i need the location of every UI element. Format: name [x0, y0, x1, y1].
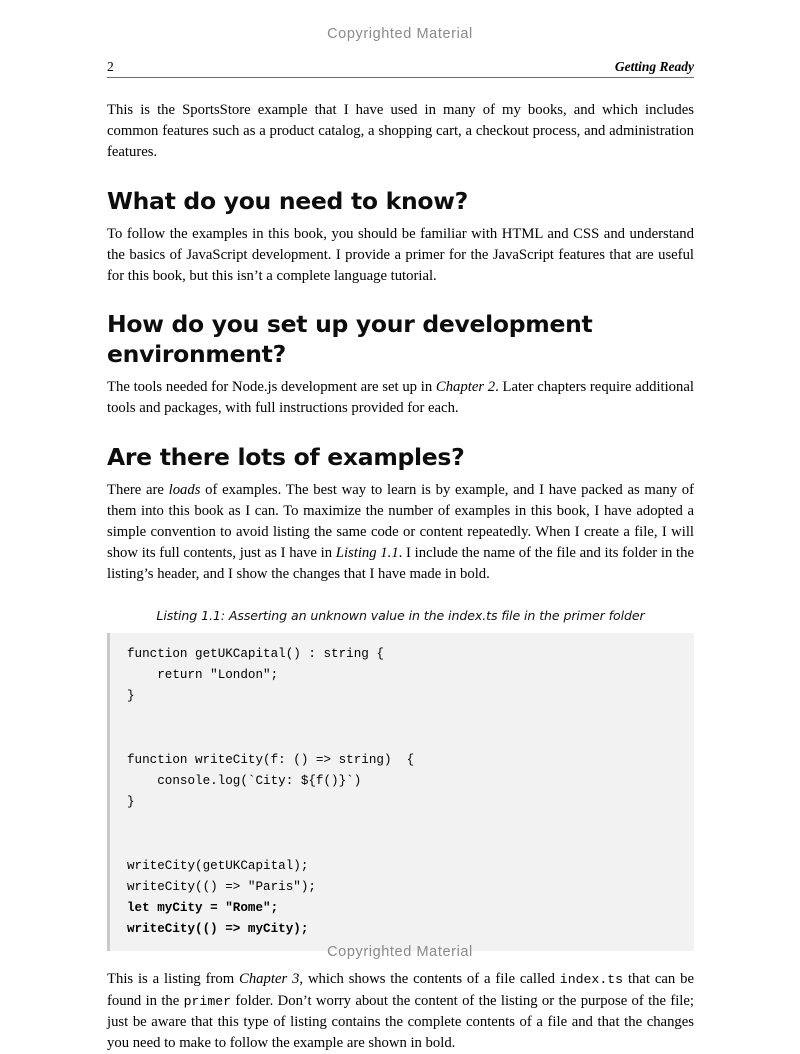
text-run: The tools needed for Node.js development… — [107, 379, 436, 396]
copyright-watermark-bottom: Copyrighted Material — [327, 944, 473, 960]
paragraph-development-environment: The tools needed for Node.js development… — [107, 377, 694, 419]
intro-paragraph: This is the SportsStore example that I h… — [107, 102, 694, 161]
text-run: This is a listing from — [107, 971, 240, 988]
listing-reference: Listing 1.1 — [335, 545, 399, 562]
paragraph-what-do-you-need-to-know: To follow the examples in this book, you… — [107, 225, 694, 285]
paragraph-are-there-lots-of-examples: There are loads of examples. The best wa… — [107, 480, 694, 586]
heading-what-do-you-need-to-know: What do you need to know? — [107, 186, 468, 215]
chapter-reference: Chapter 2 — [435, 379, 496, 396]
text-run: There are — [107, 481, 169, 498]
foldername-code: primer — [183, 993, 232, 1009]
filename-code: index.ts — [559, 972, 624, 988]
emphasis-loads: loads — [168, 481, 201, 498]
code-listing-plain: function getUKCapital() : string { retur… — [127, 646, 415, 894]
code-listing: function getUKCapital() : string { retur… — [107, 632, 694, 952]
running-head-title: Getting Ready — [614, 59, 694, 74]
page-number: 2 — [107, 59, 114, 74]
text-run: , which shows the contents of a file cal… — [299, 971, 560, 988]
chapter-reference: Chapter 3 — [239, 971, 300, 988]
book-page: Copyrighted Material 2 Getting Ready Thi… — [0, 0, 800, 1051]
code-listing-highlighted: let myCity = "Rome"; writeCity(() => myC… — [127, 901, 309, 937]
heading-are-there-lots-of-examples: Are there lots of examples? — [107, 442, 465, 471]
heading-development-environment: How do you set up your development envir… — [107, 310, 593, 369]
listing-caption: Listing 1.1: Asserting an unknown value … — [156, 607, 645, 623]
closing-paragraph: This is a listing from Chapter 3, which … — [107, 969, 694, 1054]
running-head: 2 Getting Ready — [107, 53, 694, 78]
page-content: 2 Getting Ready This is the SportsStore … — [107, 0, 694, 1054]
